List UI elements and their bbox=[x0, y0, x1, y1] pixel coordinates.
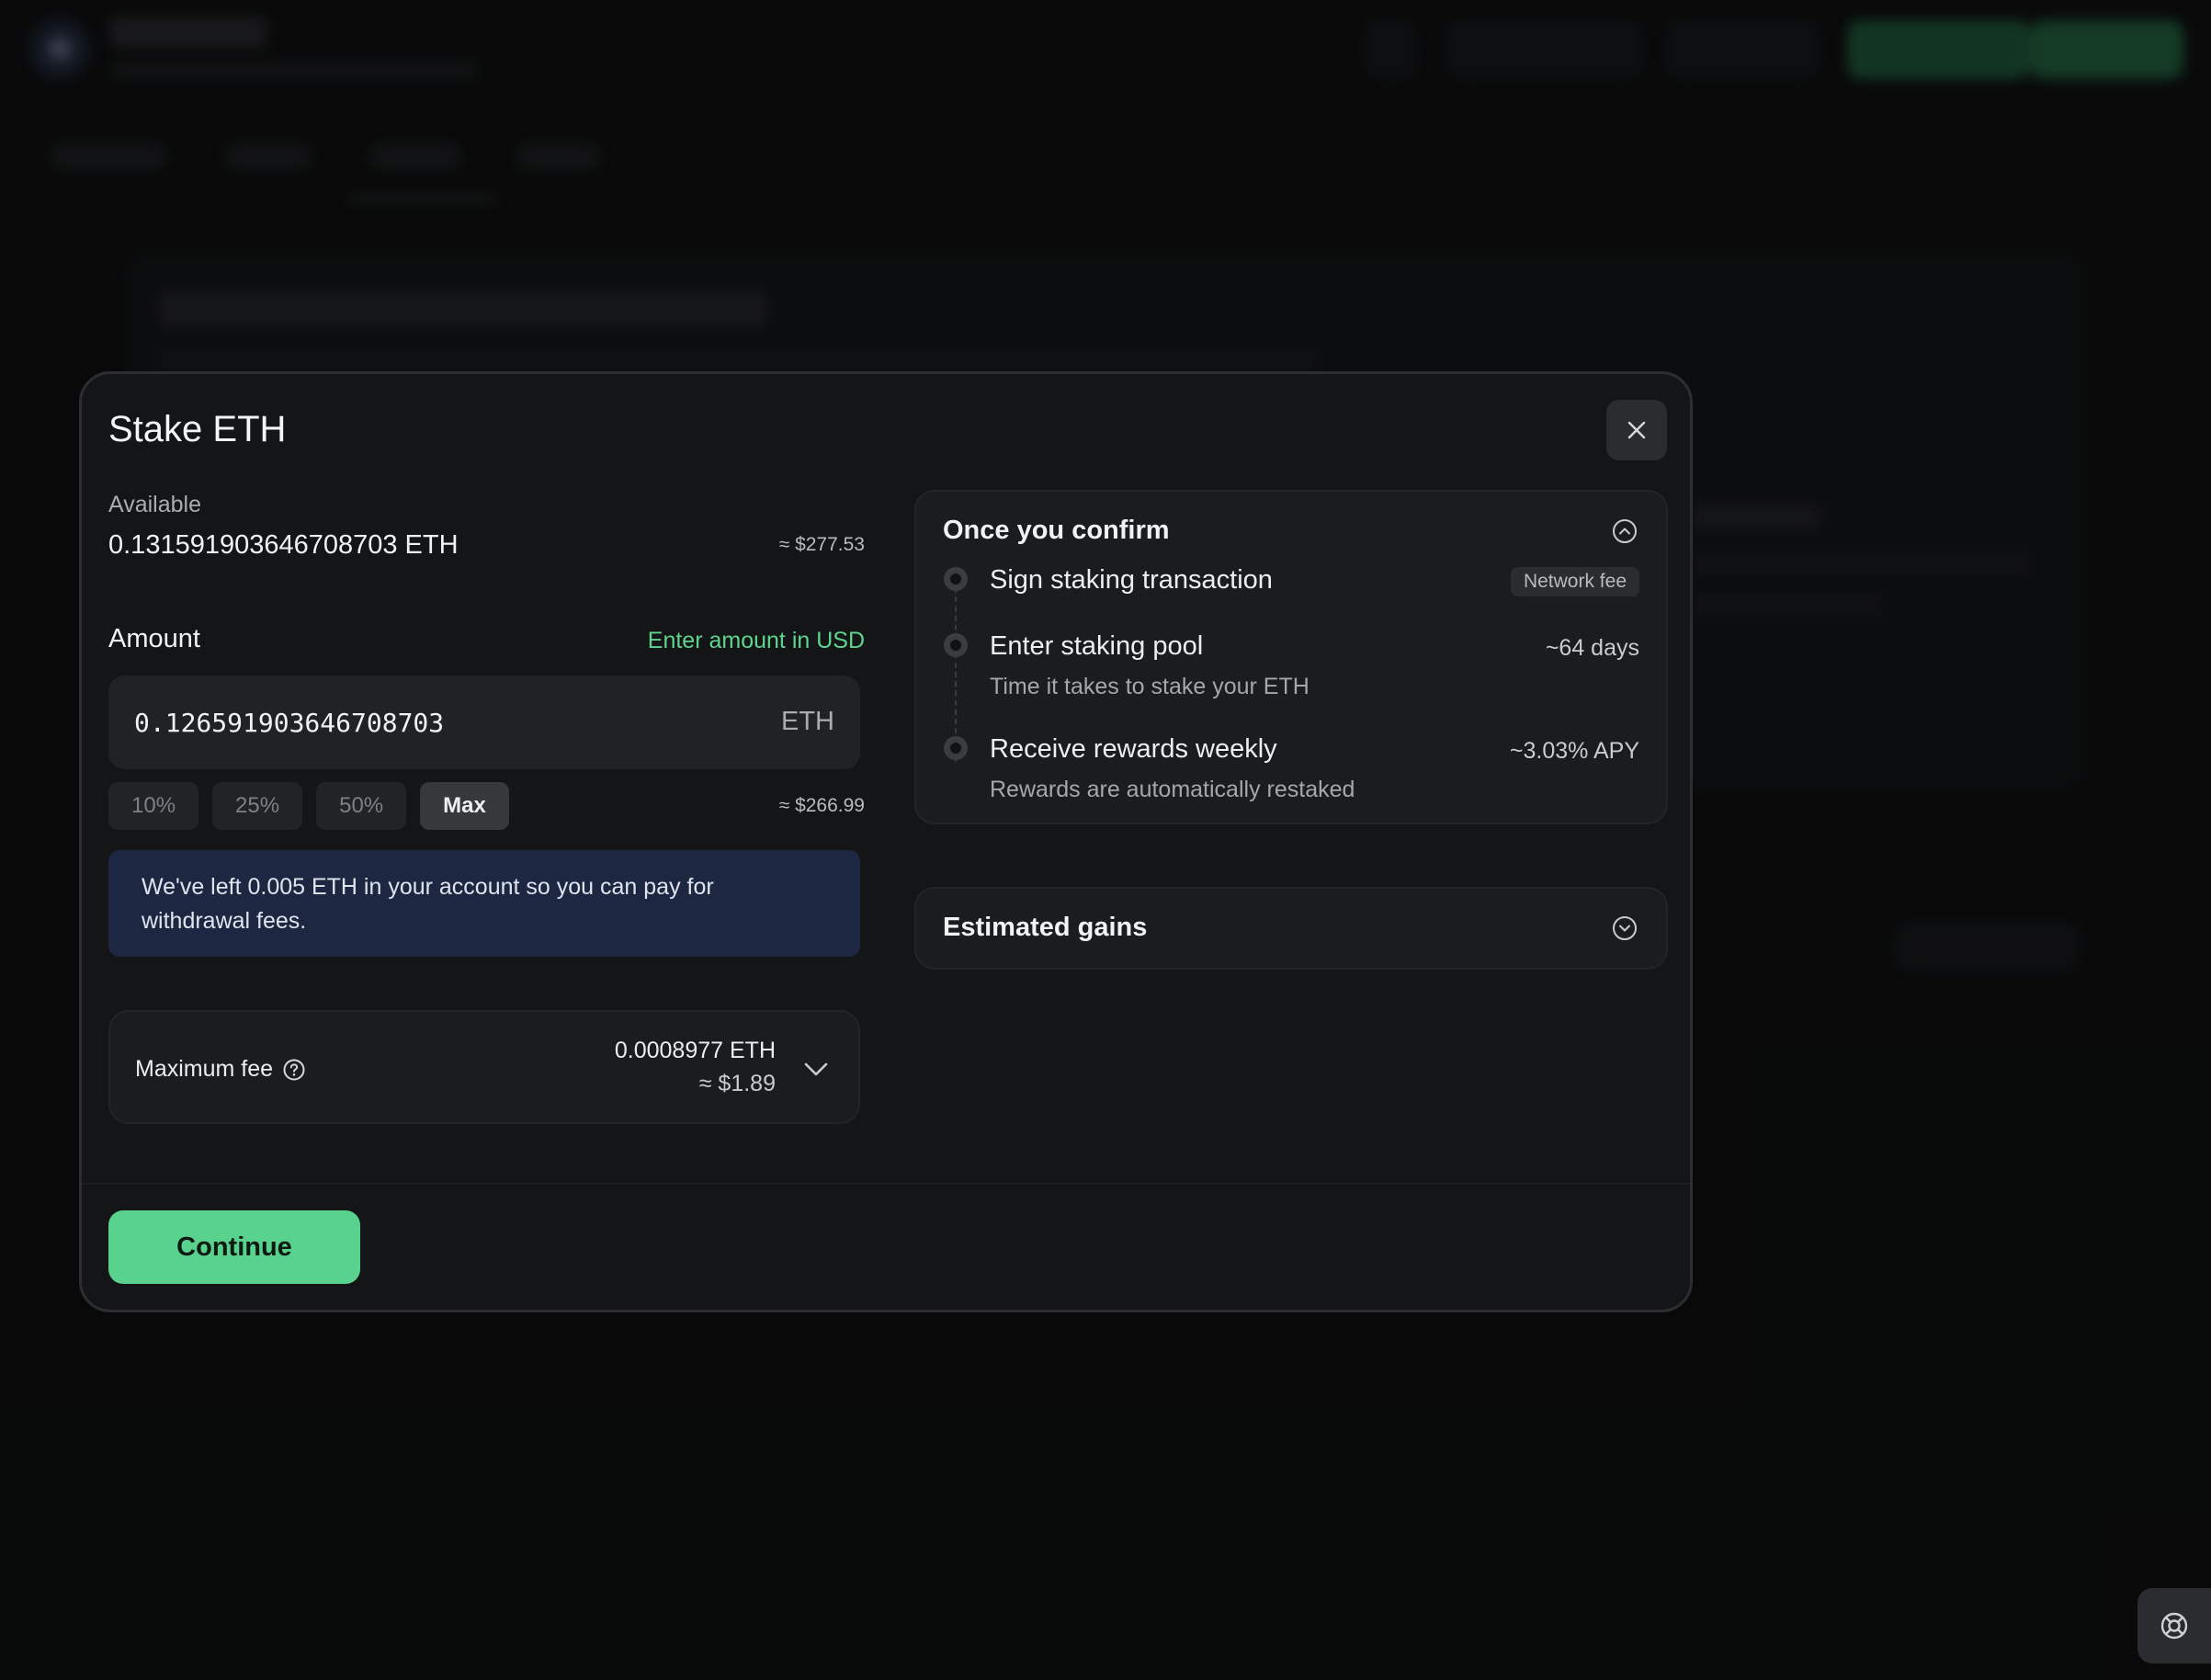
bg-staking-headline bbox=[160, 290, 766, 327]
step-3-apy: ~3.03% APY bbox=[1509, 738, 1639, 764]
bg-feature-text-1 bbox=[1691, 555, 2031, 573]
maximum-fee-eth: 0.0008977 ETH bbox=[614, 1038, 776, 1063]
lifebuoy-icon bbox=[2160, 1612, 2188, 1640]
bg-staking-description bbox=[160, 353, 1318, 371]
step-1-dot bbox=[944, 567, 968, 591]
step-3-dot bbox=[944, 736, 968, 760]
continue-button[interactable]: Continue bbox=[108, 1210, 360, 1284]
account-avatar bbox=[29, 18, 90, 79]
step-2-dot bbox=[944, 633, 968, 657]
bg-tab-indicator bbox=[349, 197, 496, 202]
step-2-subtitle: Time it takes to stake your ETH bbox=[990, 674, 1310, 699]
bg-tab-assets bbox=[518, 143, 599, 169]
once-you-confirm-panel: Once you confirm Sign staking transactio… bbox=[914, 490, 1668, 824]
step-2-title: Enter staking pool bbox=[990, 631, 1204, 661]
bg-tab-tokens bbox=[226, 143, 311, 169]
question-circle-icon[interactable] bbox=[282, 1058, 306, 1082]
bg-buy-sell-button bbox=[1446, 20, 1643, 79]
chevron-down-circle-icon[interactable] bbox=[1611, 914, 1638, 942]
chevron-up-circle-icon[interactable] bbox=[1611, 517, 1638, 545]
maximum-fee-panel[interactable]: Maximum fee 0.0008977 ETH ≈ $1.89 bbox=[108, 1010, 860, 1124]
amount-field: ETH bbox=[108, 675, 860, 769]
maximum-fee-label: Maximum fee bbox=[135, 1056, 306, 1083]
bg-tab-overview bbox=[51, 143, 165, 169]
preset-max-button[interactable]: Max bbox=[420, 782, 509, 830]
preset-50-button[interactable]: 50% bbox=[316, 782, 407, 830]
account-address-blurred bbox=[110, 61, 478, 79]
modal-title: Stake ETH bbox=[108, 409, 287, 449]
bg-send-button bbox=[2031, 20, 2183, 79]
amount-unit: ETH bbox=[781, 707, 834, 736]
bg-learn-more-button bbox=[1895, 923, 2079, 971]
preset-buttons: 10% 25% 50% Max bbox=[108, 782, 509, 830]
footer-divider bbox=[82, 1183, 1690, 1185]
fee-reserve-notice: We've left 0.005 ETH in your account so … bbox=[108, 850, 860, 957]
account-title-blurred bbox=[110, 17, 266, 48]
bg-icon-button bbox=[1364, 20, 1417, 79]
stake-eth-modal: Stake ETH Available 0.131591903646708703… bbox=[79, 371, 1693, 1312]
amount-input[interactable] bbox=[134, 675, 722, 769]
available-balance: 0.131591903646708703 ETH bbox=[108, 530, 459, 560]
bg-swap-button bbox=[1665, 20, 1820, 79]
step-3-title: Receive rewards weekly bbox=[990, 734, 1277, 764]
bg-tab-staking bbox=[371, 143, 459, 169]
once-you-confirm-title: Once you confirm bbox=[943, 516, 1170, 545]
preset-10-button[interactable]: 10% bbox=[108, 782, 199, 830]
amount-label: Amount bbox=[108, 624, 200, 653]
enter-amount-usd-link[interactable]: Enter amount in USD bbox=[648, 628, 865, 654]
step-1-title: Sign staking transaction bbox=[990, 565, 1273, 595]
amount-usd: ≈ $266.99 bbox=[778, 795, 865, 816]
available-label: Available bbox=[108, 492, 202, 517]
bg-feature-title bbox=[1691, 504, 1820, 529]
bg-receive-button bbox=[1847, 20, 2031, 79]
preset-25-button[interactable]: 25% bbox=[212, 782, 303, 830]
estimated-gains-title: Estimated gains bbox=[943, 913, 1148, 942]
maximum-fee-usd: ≈ $1.89 bbox=[698, 1071, 776, 1096]
network-fee-badge: Network fee bbox=[1510, 567, 1639, 596]
step-2-duration: ~64 days bbox=[1545, 635, 1639, 661]
bg-feature-text-2 bbox=[1691, 596, 1884, 614]
available-usd: ≈ $277.53 bbox=[778, 534, 865, 555]
step-3-subtitle: Rewards are automatically restaked bbox=[990, 777, 1355, 802]
close-icon bbox=[1627, 421, 1646, 439]
estimated-gains-panel[interactable]: Estimated gains bbox=[914, 887, 1668, 970]
help-button[interactable] bbox=[2137, 1588, 2211, 1663]
chevron-down-icon[interactable] bbox=[801, 1054, 831, 1084]
maximum-fee-text: Maximum fee bbox=[135, 1056, 274, 1082]
close-button[interactable] bbox=[1606, 400, 1667, 460]
